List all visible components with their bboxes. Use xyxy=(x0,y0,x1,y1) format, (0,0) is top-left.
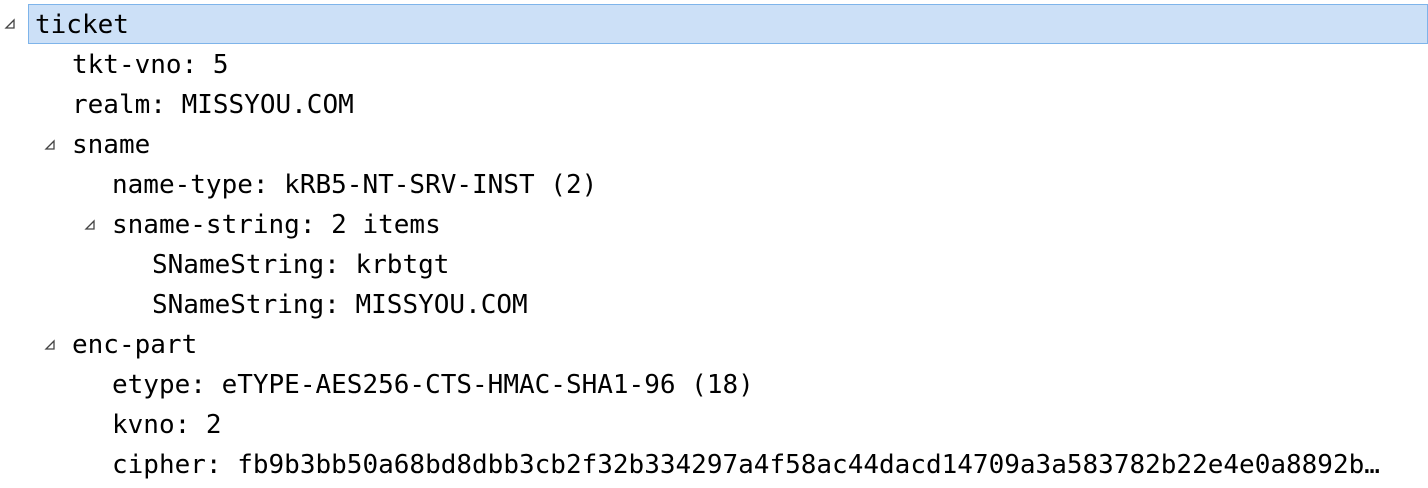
tree-node-label: kvno: 2 xyxy=(112,410,222,440)
collapse-toggle-icon[interactable] xyxy=(82,205,98,245)
tree-node-enc-part[interactable]: enc-part xyxy=(0,325,1428,365)
tree-node-label: realm: MISSYOU.COM xyxy=(72,90,354,120)
tree-node-label: sname-string: 2 items xyxy=(112,210,441,240)
collapse-toggle-icon[interactable] xyxy=(42,125,58,165)
tree-node-label: sname xyxy=(72,130,151,160)
collapse-toggle-icon[interactable] xyxy=(42,325,58,365)
tree-node-cipher[interactable]: cipher: fb9b3bb50a68bd8dbb3cb2f32b334297… xyxy=(0,445,1428,485)
tree-node-name-type[interactable]: name-type: kRB5-NT-SRV-INST (2) xyxy=(0,165,1428,205)
tree-node-label: ticket xyxy=(28,4,1428,44)
tree-node-label: etype: eTYPE-AES256-CTS-HMAC-SHA1-96 (18… xyxy=(112,370,754,400)
tree-node-etype[interactable]: etype: eTYPE-AES256-CTS-HMAC-SHA1-96 (18… xyxy=(0,365,1428,405)
tree-node-label: SNameString: krbtgt xyxy=(152,250,450,280)
tree-node-label: enc-part xyxy=(72,330,198,360)
tree-node-realm[interactable]: realm: MISSYOU.COM xyxy=(0,85,1428,125)
tree-node-sname-string[interactable]: sname-string: 2 items xyxy=(0,205,1428,245)
tree-node-kvno[interactable]: kvno: 2 xyxy=(0,405,1428,445)
tree-node-ticket[interactable]: ticket xyxy=(0,4,1428,44)
tree-node-tkt-vno[interactable]: tkt-vno: 5 xyxy=(0,45,1428,85)
tree-node-label: name-type: kRB5-NT-SRV-INST (2) xyxy=(112,170,598,200)
tree-node-label: SNameString: MISSYOU.COM xyxy=(152,290,528,320)
tree-node-sname[interactable]: sname xyxy=(0,125,1428,165)
tree-node-label: tkt-vno: 5 xyxy=(72,50,229,80)
tree-node-label: cipher: fb9b3bb50a68bd8dbb3cb2f32b334297… xyxy=(112,450,1380,480)
tree-node-snamestring-krbtgt[interactable]: SNameString: krbtgt xyxy=(0,245,1428,285)
packet-detail-tree: ticket tkt-vno: 5 realm: MISSYOU.COM sna… xyxy=(0,0,1428,488)
collapse-toggle-icon[interactable] xyxy=(2,4,18,44)
tree-node-snamestring-realm[interactable]: SNameString: MISSYOU.COM xyxy=(0,285,1428,325)
